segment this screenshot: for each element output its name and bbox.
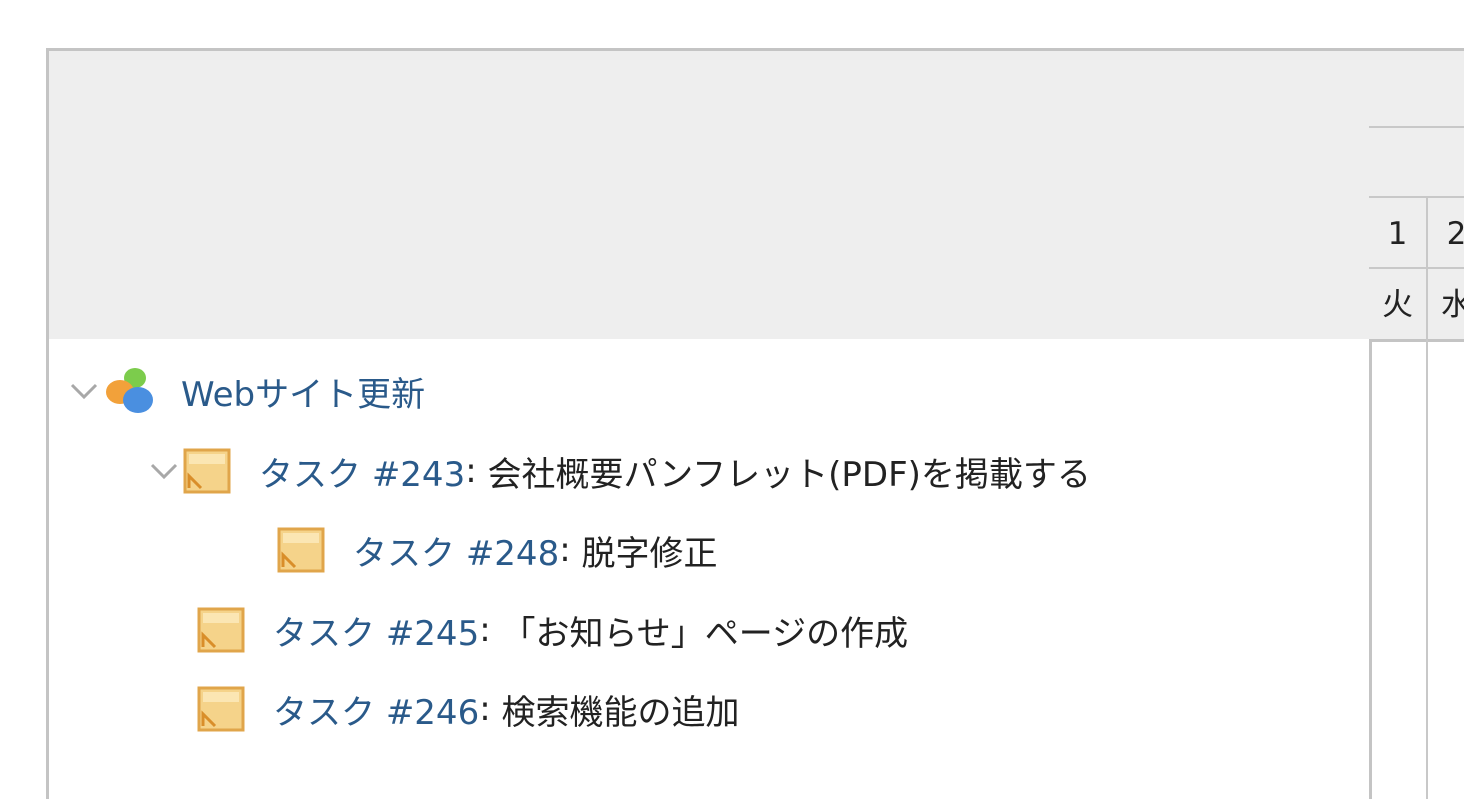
task-icon (183, 447, 231, 495)
issue-row: タスク #243: 会社概要パンフレット(PDF)を掲載する (147, 441, 1091, 501)
issue-separator: : (479, 610, 491, 650)
issue-row: タスク #246: 検索機能の追加 (197, 679, 739, 739)
calendar-header: 1 2 火 水 (1369, 48, 1464, 342)
issue-separator: : (559, 530, 571, 570)
chevron-down-icon[interactable] (67, 374, 101, 408)
calendar-divider (1369, 126, 1464, 128)
chevron-down-icon[interactable] (147, 454, 181, 488)
issue-link[interactable]: タスク #245 (273, 606, 479, 655)
calendar-body (1369, 339, 1464, 799)
day-of-week: 水 (1441, 287, 1464, 323)
day-divider (1426, 339, 1428, 799)
project-row: Webサイト更新 (67, 361, 425, 421)
subjects-header (46, 48, 1372, 342)
task-icon (277, 526, 325, 574)
project-icon (103, 364, 165, 418)
issue-subject: 検索機能の追加 (501, 692, 740, 733)
issue-row: タスク #248: 脱字修正 (277, 520, 717, 580)
project-link[interactable]: Webサイト更新 (181, 367, 425, 416)
issue-separator: : (479, 689, 491, 729)
issue-link[interactable]: タスク #248 (353, 526, 559, 575)
issue-separator: : (465, 451, 477, 491)
day-number: 1 (1387, 216, 1408, 252)
day-of-week: 火 (1382, 287, 1413, 323)
issue-subject: 「お知らせ」ページの作成 (501, 613, 909, 654)
issue-link[interactable]: タスク #243 (259, 447, 465, 496)
issue-subject: 脱字修正 (581, 533, 718, 574)
day-number: 2 (1446, 216, 1464, 252)
day-divider (1426, 198, 1428, 342)
issue-link[interactable]: タスク #246 (273, 685, 479, 734)
subjects-list: Webサイト更新 タスク #243: 会社概要パンフレット(PDF)を掲載する (46, 339, 1372, 799)
task-icon (197, 685, 245, 733)
issue-subject: 会社概要パンフレット(PDF)を掲載する (487, 454, 1091, 495)
task-icon (197, 606, 245, 654)
issue-row: タスク #245: 「お知らせ」ページの作成 (197, 600, 908, 660)
gantt-chart: Webサイト更新 タスク #243: 会社概要パンフレット(PDF)を掲載する (46, 48, 1464, 799)
